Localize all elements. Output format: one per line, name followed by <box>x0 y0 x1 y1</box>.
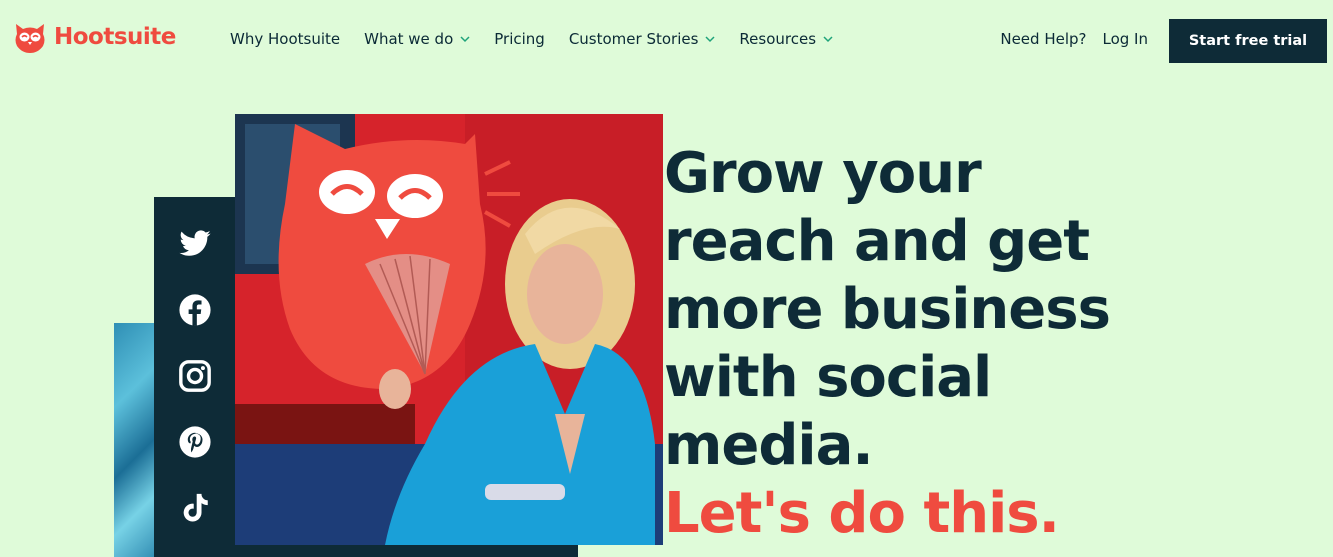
nav-label: What we do <box>364 30 454 48</box>
owl-logo-icon <box>15 24 45 53</box>
hootsuite-logo[interactable]: Hootsuite <box>12 20 176 54</box>
twitter-icon <box>179 230 211 256</box>
hero-tagline: Let's do this. <box>664 481 1060 546</box>
hero-headline: Grow your reach and get more business wi… <box>664 140 1324 548</box>
nav-customer-stories[interactable]: Customer Stories <box>569 30 716 48</box>
nav-label: Resources <box>739 30 817 48</box>
chevron-down-icon <box>460 36 470 43</box>
pinterest-icon <box>179 426 211 458</box>
decorative-strip <box>236 545 578 557</box>
login-link[interactable]: Log In <box>1103 30 1149 48</box>
headline-line: reach and get <box>664 209 1090 274</box>
instagram-icon <box>179 360 211 392</box>
utility-nav: Need Help? Log In <box>1000 30 1148 48</box>
social-icons-bar <box>154 197 236 557</box>
nav-what-we-do[interactable]: What we do <box>364 30 470 48</box>
main-nav: Why Hootsuite What we do Pricing Custome… <box>230 30 857 48</box>
hero-image <box>235 114 663 545</box>
nav-why-hootsuite[interactable]: Why Hootsuite <box>230 30 340 48</box>
hero-photo-illustration <box>235 114 663 545</box>
chevron-down-icon <box>823 36 833 43</box>
logo-wordmark: Hootsuite <box>54 24 176 50</box>
start-free-trial-button[interactable]: Start free trial <box>1169 19 1327 63</box>
site-header: Hootsuite Why Hootsuite What we do Prici… <box>0 0 1333 80</box>
tiktok-icon <box>183 493 208 522</box>
nav-label: Why Hootsuite <box>230 30 341 48</box>
need-help-link[interactable]: Need Help? <box>1000 30 1086 48</box>
headline-line: more business <box>664 277 1111 342</box>
facebook-icon <box>179 294 211 326</box>
nav-label: Customer Stories <box>568 30 699 48</box>
headline-line: Grow your <box>664 141 982 206</box>
headline-line: with social <box>664 345 992 410</box>
nav-resources[interactable]: Resources <box>739 30 833 48</box>
nav-label: Pricing <box>494 30 545 48</box>
nav-pricing[interactable]: Pricing <box>494 30 545 48</box>
headline-line: media. <box>664 413 874 478</box>
chevron-down-icon <box>705 36 715 43</box>
